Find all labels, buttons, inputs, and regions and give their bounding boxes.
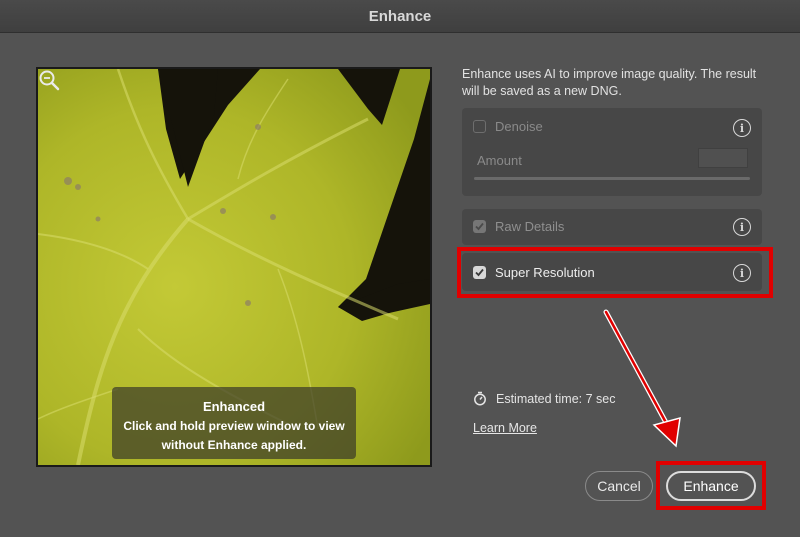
cancel-button[interactable]: Cancel xyxy=(585,471,653,501)
enhance-button-highlight xyxy=(656,461,766,510)
stopwatch-icon xyxy=(474,391,486,406)
learn-more-link[interactable]: Learn More xyxy=(473,421,537,435)
annotation-arrow xyxy=(603,309,681,448)
estimated-time: Estimated time: 7 sec xyxy=(473,391,616,406)
estimated-time-text: Estimated time: 7 sec xyxy=(496,391,616,406)
